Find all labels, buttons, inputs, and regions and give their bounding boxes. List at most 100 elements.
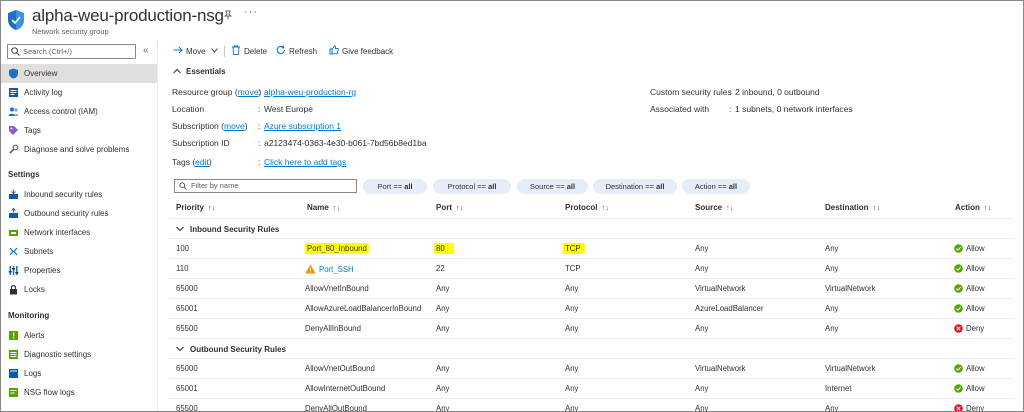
sidebar-item-tags[interactable]: Tags	[1, 121, 157, 140]
cell-protocol: Any	[565, 284, 579, 293]
table-row[interactable]: 65000 AllowVnetInBound Any Any VirtualNe…	[169, 279, 1014, 298]
alert-icon	[9, 331, 18, 340]
cell-name: Port_SSH	[305, 264, 354, 274]
chevron-up-icon	[173, 68, 181, 74]
refresh-button[interactable]: Refresh	[276, 45, 317, 59]
source-filter-pill[interactable]: Source == all	[517, 179, 588, 194]
cell-port: Any	[436, 384, 450, 393]
table-row[interactable]: 65001 AllowInternetOutBound Any Any Any …	[169, 379, 1014, 398]
cell-name: AllowInternetOutBound	[305, 384, 386, 393]
sidebar-item-overview[interactable]: Overview	[1, 64, 157, 83]
tags-label: Tags (edit)	[172, 157, 212, 167]
wrench-icon	[9, 144, 19, 154]
filter-by-name-input[interactable]: Filter by name	[174, 179, 357, 193]
inbound-icon	[9, 189, 18, 199]
port-filter-pill[interactable]: Port == all	[363, 179, 427, 194]
inbound-group-header[interactable]: Inbound Security Rules	[169, 219, 1014, 239]
move-button[interactable]: Move	[173, 45, 218, 59]
allow-check-icon	[954, 384, 963, 393]
toolbar-divider	[224, 46, 225, 57]
colon: :	[258, 121, 261, 131]
cell-port: Any	[436, 304, 450, 313]
column-header-protocol[interactable]: Protocol ↑↓	[565, 203, 609, 212]
add-tags-link[interactable]: Click here to add tags	[264, 157, 346, 167]
resource-group-value-link[interactable]: alpha-weu-production-rg	[264, 87, 356, 97]
cell-source: AzureLoadBalancer	[695, 304, 764, 313]
more-options-icon[interactable]: ···	[244, 6, 258, 18]
column-header-source[interactable]: Source ↑↓	[695, 203, 734, 212]
collapse-sidebar-icon[interactable]: «	[143, 45, 149, 56]
highlighted-protocol: TCP	[563, 243, 585, 254]
sidebar-item-logs[interactable]: Logs	[1, 364, 157, 383]
cell-name: DenyAllOutBound	[305, 404, 367, 412]
allow-check-icon	[954, 304, 963, 313]
table-row[interactable]: 100 Port_80_Inbound 80 TCP Any Any Allow	[169, 239, 1014, 258]
chevron-down-icon	[210, 48, 218, 53]
cell-priority: 65500	[176, 324, 198, 333]
sidebar-item-nsg-flow-logs[interactable]: NSG flow logs	[1, 383, 157, 402]
sidebar-search-input[interactable]: Search (Ctrl+/)	[7, 44, 136, 59]
sidebar-item-properties[interactable]: Properties	[1, 261, 157, 280]
outbound-icon	[9, 208, 18, 218]
cell-port: Any	[436, 324, 450, 333]
subscription-value-link[interactable]: Azure subscription 1	[264, 121, 341, 131]
cell-protocol: Any	[565, 404, 579, 412]
feedback-icon	[329, 45, 339, 55]
sidebar-item-inbound-rules[interactable]: Inbound security rules	[1, 185, 157, 204]
main-content: Move Delete Refresh Give feedback Essent…	[159, 41, 1023, 412]
column-header-destination[interactable]: Destination ↑↓	[825, 203, 880, 212]
sidebar-item-activity-log[interactable]: Activity log	[1, 83, 157, 102]
sidebar-item-diagnostic-settings[interactable]: Diagnostic settings	[1, 345, 157, 364]
sidebar-item-access-control[interactable]: Access control (IAM)	[1, 102, 157, 121]
outbound-group-header[interactable]: Outbound Security Rules	[169, 339, 1014, 359]
resource-group-move-link[interactable]: move	[238, 87, 259, 97]
destination-filter-pill[interactable]: Destination == all	[593, 179, 677, 194]
give-feedback-button[interactable]: Give feedback	[329, 45, 393, 59]
delete-button[interactable]: Delete	[231, 45, 267, 59]
sidebar-item-alerts[interactable]: Alerts	[1, 326, 157, 345]
activity-log-icon	[9, 88, 18, 97]
cell-source: Any	[695, 384, 709, 393]
table-row[interactable]: 65000 AllowVnetOutBound Any Any VirtualN…	[169, 359, 1014, 378]
cell-source: Any	[695, 264, 709, 273]
cell-destination: VirtualNetwork	[825, 284, 876, 293]
column-header-priority[interactable]: Priority ↑↓	[176, 203, 216, 212]
column-header-port[interactable]: Port ↑↓	[436, 203, 464, 212]
column-header-name[interactable]: Name ↑↓	[307, 203, 340, 212]
sidebar-item-diagnose[interactable]: Diagnose and solve problems	[1, 140, 157, 159]
cell-destination: Any	[825, 304, 839, 313]
command-bar: Move Delete Refresh Give feedback	[159, 41, 1023, 61]
cell-action: Deny	[954, 404, 984, 411]
table-row[interactable]: 65500 DenyAllInBound Any Any Any Any Den…	[169, 319, 1014, 338]
subscription-move-link[interactable]: move	[224, 121, 245, 131]
flowlog-icon	[9, 388, 18, 397]
sidebar-item-outbound-rules[interactable]: Outbound security rules	[1, 204, 157, 223]
highlighted-port: 80	[434, 243, 454, 254]
shield-icon	[9, 68, 18, 79]
azure-portal-window: alpha-weu-production-nsg Network securit…	[0, 0, 1024, 412]
pin-icon[interactable]	[223, 10, 233, 20]
warning-icon	[305, 264, 316, 274]
rule-name-link[interactable]: Port_SSH	[319, 265, 354, 274]
table-row[interactable]: 65001 AllowAzureLoadBalancerInBound Any …	[169, 299, 1014, 318]
cell-source: Any	[695, 404, 709, 412]
cell-action: Allow	[954, 244, 985, 253]
nic-icon	[9, 230, 18, 236]
cell-priority: 100	[176, 244, 190, 253]
column-header-action[interactable]: Action ↑↓	[955, 203, 991, 212]
essentials-toggle[interactable]: Essentials	[173, 67, 226, 76]
table-row[interactable]: 110 Port_SSH 22 TCP Any Any Allow	[169, 259, 1014, 278]
sidebar-item-subnets[interactable]: Subnets	[1, 242, 157, 261]
action-filter-pill[interactable]: Action == all	[682, 179, 750, 194]
subscription-id-label: Subscription ID	[172, 138, 230, 148]
resource-header: alpha-weu-production-nsg Network securit…	[1, 1, 1023, 41]
tags-edit-link[interactable]: edit	[195, 157, 209, 167]
sidebar-item-network-interfaces[interactable]: Network interfaces	[1, 223, 157, 242]
table-row[interactable]: 65500 DenyAllOutBound Any Any Any Any De…	[169, 399, 1014, 412]
protocol-filter-pill[interactable]: Protocol == all	[433, 179, 511, 194]
cell-source: Any	[695, 244, 709, 253]
allow-check-icon	[954, 364, 963, 373]
nsg-shield-icon	[8, 10, 24, 30]
cell-port: 22	[436, 264, 445, 273]
sidebar-item-locks[interactable]: Locks	[1, 280, 157, 299]
